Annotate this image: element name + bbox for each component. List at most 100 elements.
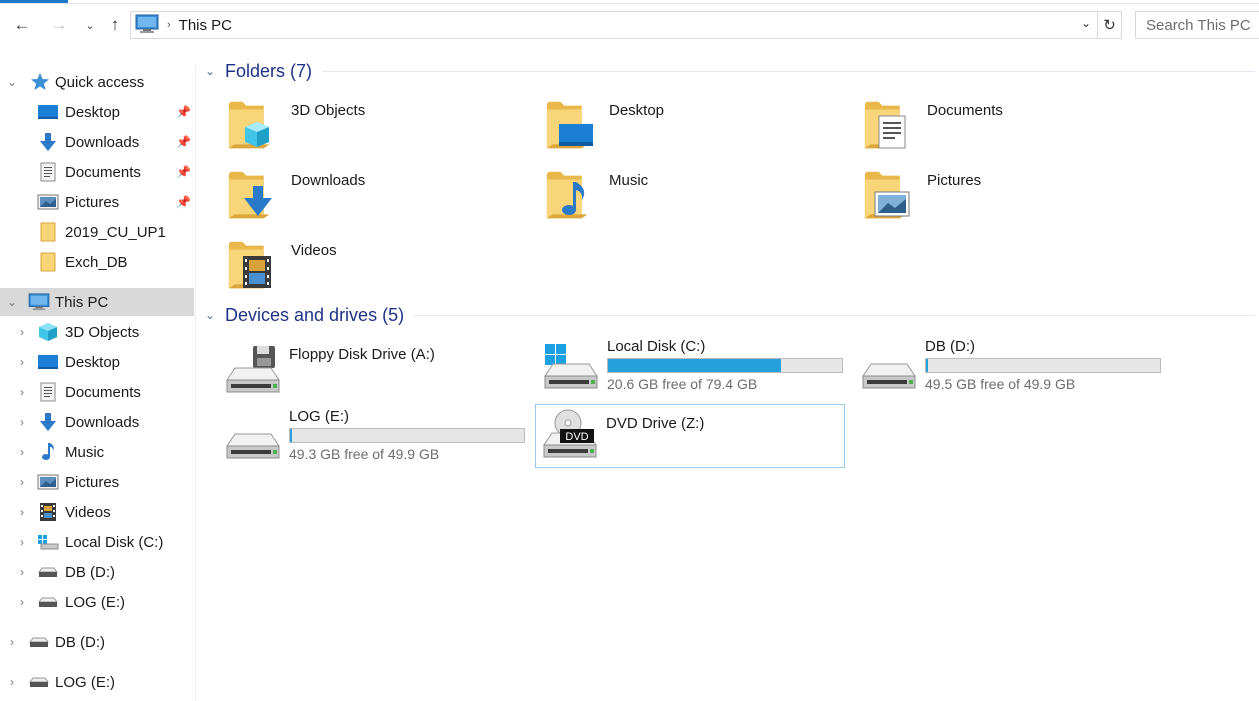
sidebar-item-root-log-e[interactable]: › LOG (E:) <box>0 668 194 696</box>
chevron-right-icon[interactable]: › <box>16 595 28 609</box>
pin-icon[interactable]: 📌 <box>176 105 191 119</box>
drive-icon <box>862 363 916 389</box>
arrow-up-icon: ↑ <box>110 15 120 34</box>
group-divider <box>322 70 1255 72</box>
recent-locations-button[interactable]: ⌄ <box>78 12 102 38</box>
forward-button[interactable]: → <box>47 12 71 38</box>
sidebar-item-label: DB (D:) <box>55 633 105 651</box>
chevron-down-icon[interactable]: ⌄ <box>6 75 18 89</box>
sidebar-item-quick-pictures[interactable]: Pictures 📌 <box>0 188 194 216</box>
sidebar-item-label: LOG (E:) <box>55 673 116 691</box>
chevron-right-icon[interactable]: › <box>16 385 28 399</box>
downloads-icon <box>37 411 59 433</box>
sidebar-item-root-db-d[interactable]: › DB (D:) <box>0 628 194 656</box>
sidebar-item-pc-music[interactable]: › Music <box>0 438 194 466</box>
music-folder-icon <box>546 171 588 219</box>
folder-tile-desktop[interactable]: Desktop <box>543 94 843 156</box>
chevron-right-icon[interactable]: › <box>16 355 28 369</box>
address-bar[interactable]: › This PC ⌄ <box>130 11 1098 39</box>
chevron-right-icon[interactable]: › <box>16 415 28 429</box>
folder-tile-videos[interactable]: Videos <box>225 234 525 296</box>
folder-name: 3D Objects <box>291 102 366 119</box>
downloads-folder-icon <box>228 171 272 219</box>
sidebar-item-pc-3d-objects[interactable]: › 3D Objects <box>0 318 194 346</box>
drive-free-space: 20.6 GB free of 79.4 GB <box>607 376 758 392</box>
chevron-right-icon[interactable]: › <box>16 535 28 549</box>
sidebar-item-quick-exch-db[interactable]: Exch_DB <box>0 248 194 276</box>
sidebar-item-pc-downloads[interactable]: › Downloads <box>0 408 194 436</box>
navigation-bar: ← → ⌄ ↑ › This PC ⌄ ↻ <box>0 8 1259 42</box>
chevron-right-icon[interactable]: › <box>16 325 28 339</box>
drive-tile-local-disk-c[interactable]: Local Disk (C:) 20.6 GB free of 79.4 GB <box>537 336 847 398</box>
drive-tile-log-e[interactable]: LOG (E:) 49.3 GB free of 49.9 GB <box>219 406 529 468</box>
drive-free-space: 49.3 GB free of 49.9 GB <box>289 446 440 462</box>
sidebar-item-pc-db-d[interactable]: › DB (D:) <box>0 558 194 586</box>
chevron-right-icon[interactable]: › <box>16 505 28 519</box>
sidebar-item-pc-videos[interactable]: › Videos <box>0 498 194 526</box>
drive-tile-db-d[interactable]: DB (D:) 49.5 GB free of 49.9 GB <box>855 336 1165 398</box>
sidebar-item-quick-downloads[interactable]: Downloads 📌 <box>0 128 194 156</box>
sidebar-item-this-pc[interactable]: ⌄ This PC <box>0 288 194 316</box>
sidebar-item-pc-documents[interactable]: › Documents <box>0 378 194 406</box>
group-header-drives[interactable]: ⌄ Devices and drives (5) <box>205 300 1255 330</box>
sidebar-item-pc-desktop[interactable]: › Desktop <box>0 348 194 376</box>
3d-objects-folder-icon <box>228 101 270 149</box>
ribbon-divider <box>0 3 1259 4</box>
documents-folder-icon <box>864 101 906 149</box>
downloads-icon <box>37 131 59 153</box>
sidebar-item-label: LOG (E:) <box>65 593 126 611</box>
pin-icon[interactable]: 📌 <box>176 195 191 209</box>
drive-icon <box>226 433 280 459</box>
drive-name: Local Disk (C:) <box>607 338 706 355</box>
group-header-folders[interactable]: ⌄ Folders (7) <box>205 56 1255 86</box>
group-divider <box>414 314 1255 316</box>
sidebar-item-quick-desktop[interactable]: Desktop 📌 <box>0 98 194 126</box>
breadcrumb-separator-icon[interactable]: › <box>167 19 171 31</box>
chevron-right-icon[interactable]: › <box>6 675 18 689</box>
music-icon <box>37 441 59 463</box>
arrow-right-icon: → <box>50 15 68 34</box>
sidebar-item-quick-access[interactable]: ⌄ Quick access <box>0 68 194 96</box>
desktop-icon <box>37 101 59 123</box>
up-button[interactable]: ↑ <box>103 12 127 38</box>
sidebar-item-quick-2019-cu-up1[interactable]: 2019_CU_UP1 <box>0 218 194 246</box>
folder-tile-3d-objects[interactable]: 3D Objects <box>225 94 525 156</box>
sidebar-item-label: Music <box>65 443 105 461</box>
drive-tile-dvd-z[interactable]: DVD DVD Drive (Z:) <box>535 404 845 468</box>
drive-icon <box>28 631 50 653</box>
refresh-button[interactable]: ↻ <box>1098 11 1122 39</box>
sidebar-item-label: Videos <box>65 503 111 521</box>
sidebar-item-label: Quick access <box>55 73 145 91</box>
address-dropdown-icon[interactable]: ⌄ <box>1081 16 1091 30</box>
search-input[interactable] <box>1135 11 1259 39</box>
folder-tile-documents[interactable]: Documents <box>861 94 1161 156</box>
dvd-badge: DVD <box>565 431 588 443</box>
sidebar-item-label: Pictures <box>65 473 120 491</box>
sidebar-item-pc-pictures[interactable]: › Pictures <box>0 468 194 496</box>
sidebar-item-quick-documents[interactable]: Documents 📌 <box>0 158 194 186</box>
pin-icon[interactable]: 📌 <box>176 135 191 149</box>
pictures-folder-icon <box>864 171 910 219</box>
drive-tile-floppy-a[interactable]: Floppy Disk Drive (A:) <box>219 340 529 402</box>
folder-tile-downloads[interactable]: Downloads <box>225 164 525 226</box>
sidebar-item-pc-log-e[interactable]: › LOG (E:) <box>0 588 194 616</box>
chevron-down-icon[interactable]: ⌄ <box>6 295 18 309</box>
sidebar-item-label: Pictures <box>65 193 120 211</box>
back-button[interactable]: ← <box>10 12 34 38</box>
chevron-right-icon[interactable]: › <box>16 475 28 489</box>
chevron-right-icon[interactable]: › <box>16 445 28 459</box>
chevron-down-icon[interactable]: ⌄ <box>205 64 219 78</box>
drive-icon <box>28 671 50 693</box>
file-view: ⌄ Folders (7) 3D Objects Desktop Documen… <box>197 52 1259 701</box>
navigation-pane: ⌄ Quick access Desktop 📌 Downloads 📌 Doc… <box>0 66 196 701</box>
drive-usage-bar <box>925 358 1161 373</box>
folder-tile-music[interactable]: Music <box>543 164 843 226</box>
folder-name: Videos <box>291 242 337 259</box>
chevron-right-icon[interactable]: › <box>16 565 28 579</box>
breadcrumb-this-pc[interactable]: This PC <box>179 17 232 34</box>
pin-icon[interactable]: 📌 <box>176 165 191 179</box>
chevron-down-icon[interactable]: ⌄ <box>205 308 219 322</box>
chevron-right-icon[interactable]: › <box>6 635 18 649</box>
sidebar-item-pc-local-disk-c[interactable]: › Local Disk (C:) <box>0 528 194 556</box>
folder-tile-pictures[interactable]: Pictures <box>861 164 1161 226</box>
